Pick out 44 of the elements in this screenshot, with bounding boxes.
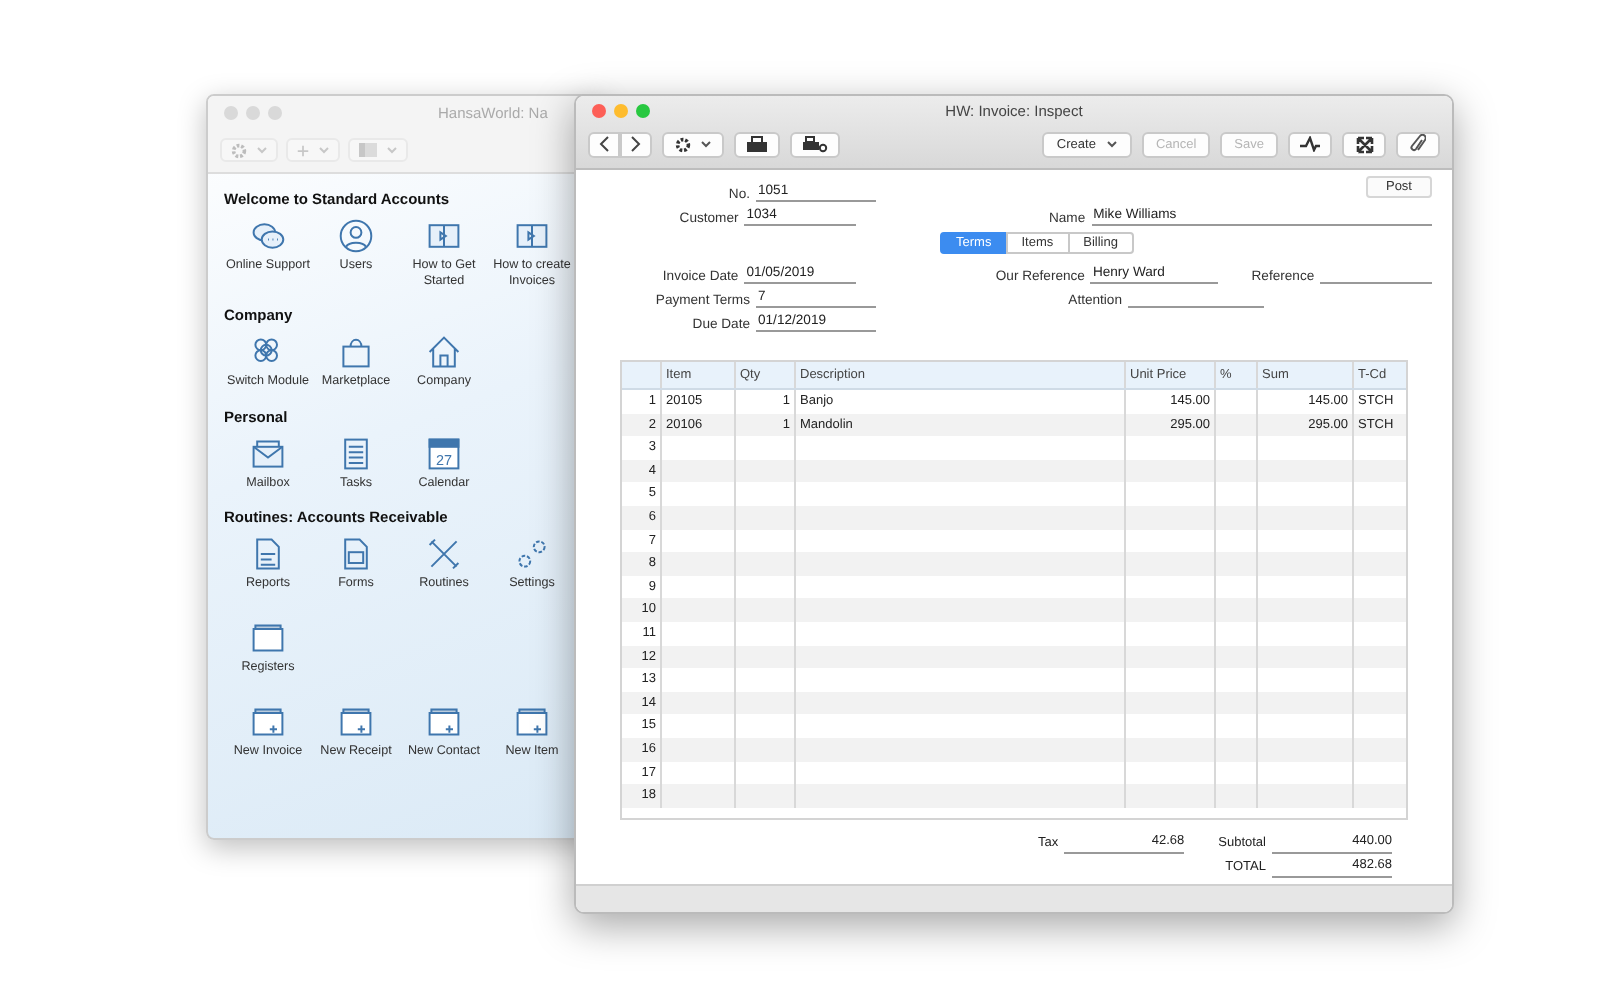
view-icon: [358, 142, 378, 158]
printer-icon: [746, 135, 768, 153]
attach-button[interactable]: [1396, 131, 1440, 157]
chat-icon: [250, 218, 286, 254]
caret-icon: [386, 146, 398, 154]
close-button[interactable]: [592, 103, 606, 117]
book-icon: [426, 218, 462, 254]
calendar-icon: 27: [426, 435, 462, 472]
expand-icon: [1355, 135, 1373, 153]
printer-magnifier-icon: [802, 135, 828, 153]
waveform-icon: [1300, 136, 1320, 152]
envelope-icon: [250, 435, 286, 472]
caret-icon: [700, 140, 712, 148]
forward-button[interactable]: [620, 131, 652, 157]
caret-icon: [1105, 140, 1118, 148]
chevron-left-icon: [598, 136, 610, 152]
gear-icon: [674, 135, 692, 153]
folder-icon: [250, 619, 286, 656]
house-icon: [426, 334, 462, 371]
caret-icon: [318, 146, 330, 154]
chevron-right-icon: [630, 136, 642, 152]
print-button[interactable]: [734, 131, 780, 157]
bag-icon: [338, 334, 374, 371]
plus-icon: [296, 143, 310, 157]
back-button[interactable]: [588, 131, 620, 157]
tools-icon: [426, 535, 462, 572]
caret-icon: [256, 146, 268, 154]
settings-menu-button[interactable]: [662, 131, 724, 157]
gears-icon: [514, 535, 550, 572]
expand-button[interactable]: [1342, 131, 1386, 157]
report-icon: [250, 535, 286, 572]
gear-icon: [230, 141, 248, 159]
folder-plus-icon: [426, 704, 462, 741]
folder-plus-icon: [250, 704, 286, 741]
zoom-button[interactable]: [636, 103, 650, 117]
activity-button[interactable]: [1288, 131, 1332, 157]
print-preview-button[interactable]: [790, 131, 840, 157]
form-icon: [338, 535, 374, 572]
person-icon: [338, 218, 374, 254]
document-icon: [338, 435, 374, 472]
paperclip-icon: [1410, 134, 1426, 154]
book-icon: [514, 218, 550, 254]
folder-plus-icon: [338, 704, 374, 741]
folder-plus-icon: [514, 704, 550, 741]
